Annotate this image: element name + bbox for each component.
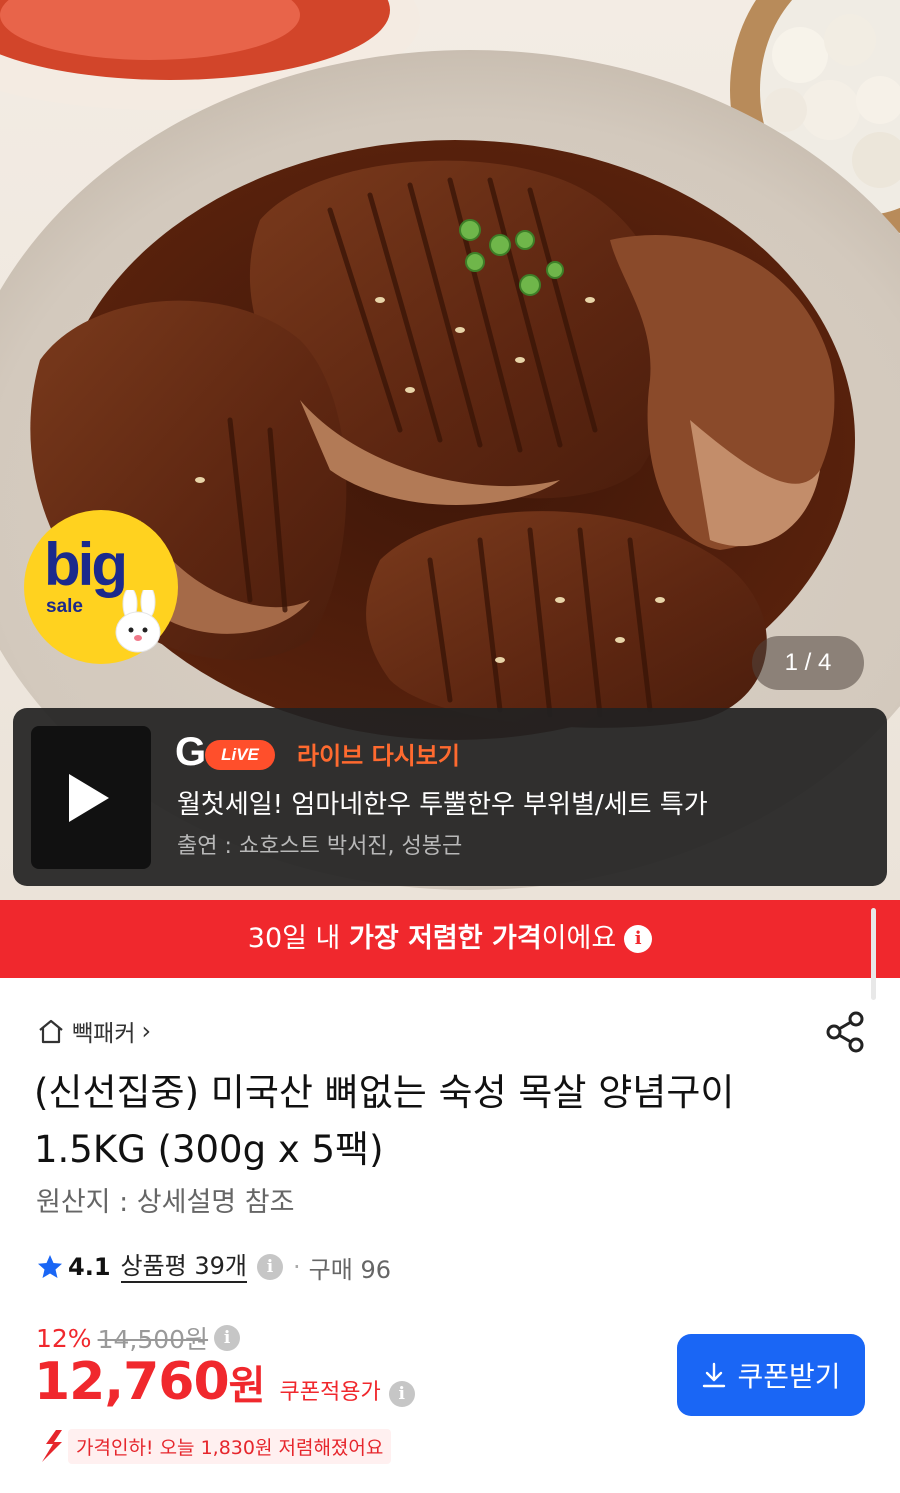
store-name: 빽패커 [72,1021,136,1047]
sale-price: 12,760 [34,1352,230,1412]
reviews-link[interactable]: 상품평 39개 [120,1251,248,1283]
badge-sale-text: sale [46,596,83,617]
info-icon[interactable]: i [624,925,653,953]
lowest-suffix: 이에요 [541,923,617,954]
separator-dot: · [293,1253,301,1281]
coupon-applied-label: 쿠폰적용가 [279,1380,381,1405]
lowest-prefix: 30일 내 [247,923,349,954]
badge-big-text: big [44,531,128,598]
coupon-button-label: 쿠폰받기 [737,1360,841,1393]
live-replay-card[interactable]: G LiVE 라이브 다시보기 월첫세일! 엄마네한우 투뿔한우 부위별/세트 … [13,708,887,886]
chevron-right-icon: › [141,1017,152,1045]
download-icon [703,1362,726,1388]
play-icon [69,774,109,822]
glive-pill: LiVE [205,740,275,770]
info-icon[interactable]: i [214,1325,241,1351]
product-title: (신선집중) 미국산 뼈없는 숙성 목살 양념구이 1.5KG (300g x … [34,1071,735,1171]
star-icon [38,1255,62,1278]
rating-score: 4.1 [68,1253,111,1281]
info-icon[interactable]: i [257,1254,284,1280]
product-origin: 원산지 : 상세설명 참조 [36,1187,295,1218]
price-down-arrow-icon [42,1430,62,1462]
original-price: 14,500원 [97,1325,209,1354]
get-coupon-button[interactable]: 쿠폰받기 [677,1334,865,1416]
share-icon[interactable] [824,1010,868,1054]
home-icon [39,1019,63,1044]
store-link[interactable]: 빽패커 › [36,1014,151,1048]
discount-row: 12% 14,500원 i [36,1320,241,1356]
bunny-icon [115,590,161,653]
lowest-price-banner[interactable]: 30일 내 가장 저렴한 가격이에요 i [0,900,900,1000]
price-row: 12,760 원 쿠폰적용가 i [34,1352,415,1412]
purchase-count: 구매 96 [308,1255,391,1284]
scrollbar [871,908,876,1000]
discount-percent: 12% [36,1323,92,1353]
live-replay-label: 라이브 다시보기 [297,742,460,770]
live-cast: 출연 : 쇼호스트 박서진, 성봉근 [177,834,463,859]
image-pager: 1 / 4 [752,636,864,690]
rating-row: 4.1 상품평 39개 i · 구매 96 [36,1248,391,1286]
glive-g-mark: G [175,730,207,774]
live-title: 월첫세일! 엄마네한우 투뿔한우 부위별/세트 특가 [177,790,708,820]
live-play-button[interactable] [31,726,151,869]
lowest-highlight: 가장 저렴한 가격 [348,923,542,954]
price-drop-notice: 가격인하! 오늘 1,830원 저렴해졌어요 [36,1428,392,1464]
big-sale-badge: big sale [24,510,178,664]
price-currency: 원 [228,1363,266,1409]
info-icon[interactable]: i [388,1381,415,1407]
price-drop-text: 가격인하! 오늘 1,830원 저렴해졌어요 [68,1428,392,1464]
